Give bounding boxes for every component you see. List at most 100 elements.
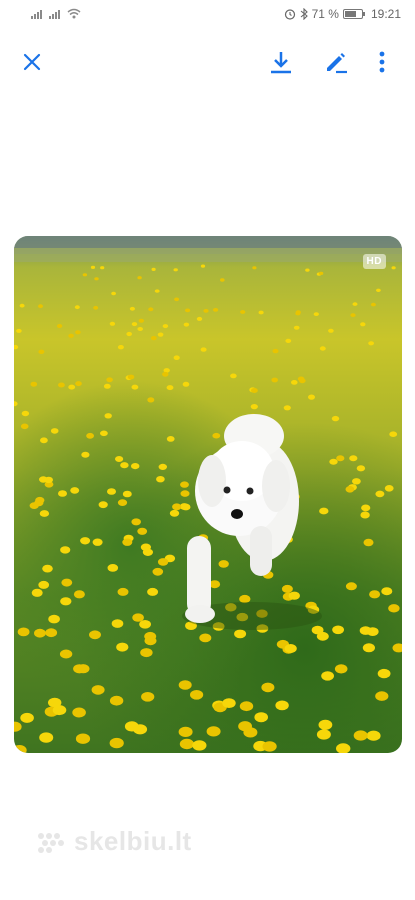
dandelion-flower — [172, 503, 182, 511]
dandelion-flower — [81, 451, 90, 458]
dandelion-flower — [68, 333, 74, 338]
dandelion-flower — [19, 303, 25, 308]
dandelion-flower — [368, 341, 374, 346]
dandelion-flower — [352, 478, 361, 485]
dandelion-flower — [94, 277, 99, 281]
dandelion-flower — [100, 430, 108, 437]
dandelion-flower — [285, 338, 292, 343]
dandelion-flower — [363, 538, 374, 547]
dandelion-flower — [262, 741, 277, 752]
dandelion-flower — [75, 381, 82, 387]
dandelion-flower — [72, 707, 86, 718]
dandelion-flower — [75, 733, 91, 744]
dandelion-flower — [21, 410, 30, 417]
dandelion-flower — [234, 629, 247, 639]
dandelion-flower — [14, 721, 22, 732]
alarm-icon — [284, 9, 295, 20]
status-left — [31, 8, 81, 19]
dandelion-flower — [111, 291, 116, 296]
dandelion-flower — [190, 690, 204, 700]
dandelion-flower — [148, 307, 154, 312]
dandelion-flower — [336, 743, 351, 753]
dandelion-flower — [173, 268, 178, 272]
dandelion-flower — [115, 456, 124, 462]
dandelion-flower — [144, 631, 157, 641]
download-button[interactable] — [267, 48, 295, 76]
dandelion-flower — [103, 383, 111, 389]
more-options-button[interactable] — [368, 48, 396, 76]
dandelion-flower — [238, 721, 253, 732]
watermark-text: skelbiu.lt — [74, 826, 192, 856]
dandelion-flower — [366, 730, 381, 741]
dandelion-flower — [154, 289, 160, 293]
dandelion-flower — [70, 487, 80, 494]
dandelion-flower — [140, 543, 151, 551]
dandelion-flower — [375, 490, 385, 498]
dandelion-flower — [291, 380, 298, 385]
dandelion-flower — [52, 705, 67, 716]
dandelion-flower — [375, 691, 389, 701]
photo-viewer[interactable]: HD — [14, 236, 402, 753]
dandelion-flower — [58, 382, 65, 388]
dandelion-flower — [131, 518, 141, 526]
dandelion-flower — [38, 580, 50, 589]
dandelion-flower — [356, 465, 366, 472]
battery-icon — [342, 9, 365, 19]
dandelion-flower — [218, 560, 229, 568]
clock: 19:21 — [370, 7, 401, 21]
dandelion-flower — [17, 627, 30, 637]
dandelion-flower — [68, 384, 76, 390]
dandelion-flower — [389, 431, 398, 437]
dandelion-flower — [239, 701, 254, 712]
dandelion-flower — [158, 463, 167, 470]
dandelion-flower — [250, 404, 258, 410]
dandelion-flower — [20, 423, 29, 430]
dandelion-flower — [132, 613, 144, 622]
dandelion-flower — [281, 584, 293, 593]
dandelion-flower — [305, 268, 310, 272]
dandelion-flower — [288, 591, 300, 600]
dandelion-flower — [381, 587, 393, 596]
dandelion-flower — [106, 377, 113, 383]
dandelion-flower — [384, 485, 394, 492]
dandelion-flower — [20, 712, 34, 723]
dandelion-flower — [199, 633, 212, 643]
dandelion-flower — [151, 267, 156, 271]
dandelion-flower — [275, 700, 289, 711]
signal-icon — [49, 10, 60, 19]
dandelion-flower — [50, 428, 59, 434]
dandelion-flower — [48, 614, 60, 624]
dandelion-flower — [295, 311, 301, 316]
close-button[interactable] — [18, 48, 46, 76]
dandelion-flower — [137, 327, 143, 331]
dandelion-flower — [127, 374, 135, 380]
dandelion-flower — [391, 266, 396, 270]
edit-button[interactable] — [322, 48, 350, 76]
dandelion-flower — [74, 305, 80, 310]
dandelion-flower — [40, 437, 48, 444]
dandelion-flower — [200, 347, 207, 352]
dandelion-flower — [239, 594, 251, 604]
dandelion-flower — [139, 620, 151, 629]
dandelion-flower — [82, 273, 88, 277]
dandelion-flower — [39, 510, 50, 517]
dandelion-flower — [38, 304, 43, 309]
dandelion-flower — [109, 695, 124, 706]
dandelion-flower — [318, 271, 324, 275]
dandelion-flower — [16, 328, 22, 333]
dandelion-flower — [117, 499, 128, 506]
dandelion-flower — [181, 503, 191, 511]
dandelion-flower — [362, 643, 375, 653]
dandelion-flower — [173, 355, 180, 360]
dandelion-flower — [126, 331, 132, 337]
more-vertical-icon — [379, 51, 385, 73]
dandelion-flower — [73, 590, 85, 599]
dandelion-flower — [319, 346, 326, 351]
status-bar: 71 % 19:21 — [0, 0, 415, 28]
dandelion-flower — [206, 726, 221, 737]
dandelion-flower — [166, 385, 174, 391]
dandelion-flower — [370, 302, 376, 307]
dandelion-flower — [388, 604, 400, 613]
dandelion-flower — [60, 546, 71, 554]
download-icon — [271, 52, 291, 74]
